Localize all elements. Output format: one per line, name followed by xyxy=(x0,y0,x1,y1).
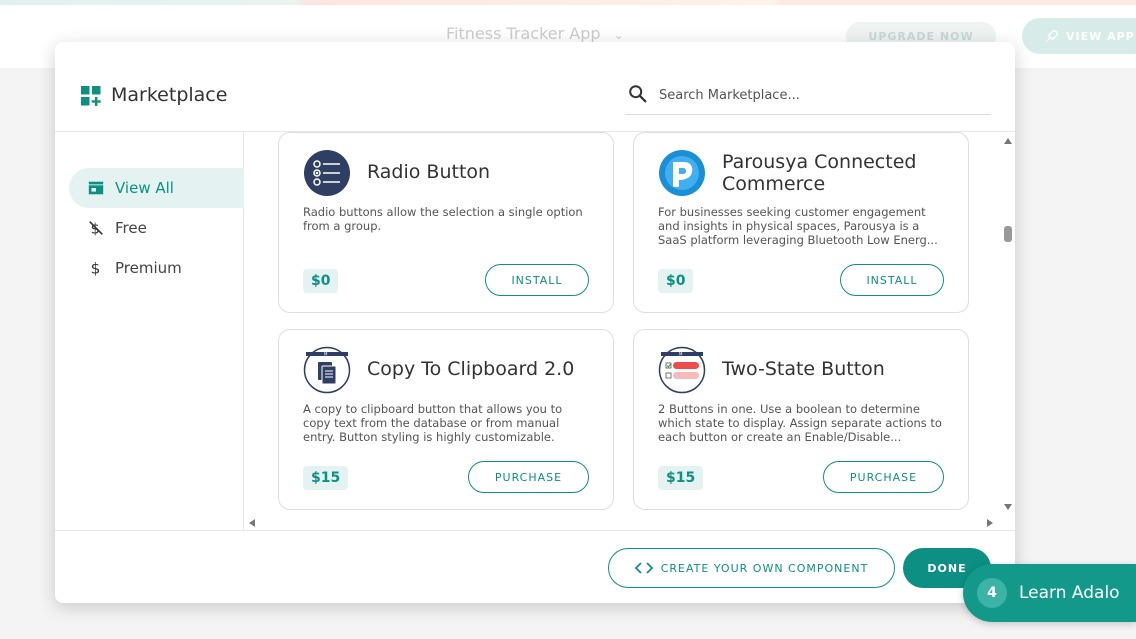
sidebar-item-label: Free xyxy=(115,219,147,237)
search-input[interactable] xyxy=(659,84,979,106)
price-badge: $15 xyxy=(303,466,349,490)
category-sidebar: View All $ Free $ Premium xyxy=(55,132,244,530)
component-description: Radio buttons allow the selection a sing… xyxy=(303,205,583,233)
chevron-down-icon: ⌄ xyxy=(613,28,624,42)
no-dollar-icon: $ xyxy=(89,221,103,237)
component-description: A copy to clipboard button that allows y… xyxy=(303,402,563,444)
view-app-button: VIEW APP xyxy=(1022,18,1136,54)
component-description: 2 Buttons in one. Use a boolean to deter… xyxy=(658,402,942,444)
sidebar-item-label: View All xyxy=(115,179,174,197)
code-brackets-icon xyxy=(634,562,653,574)
sidebar-item-label: Premium xyxy=(115,259,182,277)
learn-count-badge: 4 xyxy=(977,578,1007,608)
parousya-logo-icon xyxy=(659,150,705,196)
sidebar-item-premium[interactable]: $ Premium xyxy=(69,248,244,288)
price-badge: $15 xyxy=(658,466,704,490)
component-title: Copy To Clipboard 2.0 xyxy=(367,358,575,380)
modal-header: Marketplace xyxy=(55,42,1015,132)
top-accent-strip xyxy=(0,0,1136,5)
component-description: For businesses seeking customer engageme… xyxy=(658,205,938,247)
sidebar-item-free[interactable]: $ Free xyxy=(69,208,244,248)
price-badge: $0 xyxy=(303,269,339,293)
install-button[interactable]: INSTALL xyxy=(485,264,589,296)
component-card-parousya: Parousya Connected Commerce For business… xyxy=(633,132,969,313)
app-name-selector: Fitness Tracker App ⌄ xyxy=(446,24,624,43)
svg-text:$: $ xyxy=(91,259,101,277)
purchase-button[interactable]: PURCHASE xyxy=(823,461,944,493)
scroll-left-arrow-icon[interactable] xyxy=(249,519,255,527)
store-icon xyxy=(88,181,104,195)
component-title: Two-State Button xyxy=(722,358,885,380)
create-your-own-component-button[interactable]: CREATE YOUR OWN COMPONENT xyxy=(608,548,895,588)
component-grid: Radio Button Radio buttons allow the sel… xyxy=(245,132,1015,530)
radio-list-icon xyxy=(304,150,350,196)
learn-adalo-label: Learn Adalo xyxy=(1019,583,1120,603)
component-card-radio-button: Radio Button Radio buttons allow the sel… xyxy=(278,132,614,313)
learn-adalo-button[interactable]: 4 Learn Adalo xyxy=(963,564,1136,622)
component-title: Radio Button xyxy=(367,161,491,183)
modal-footer: CREATE YOUR OWN COMPONENT DONE xyxy=(55,530,1015,603)
scroll-up-arrow-icon[interactable] xyxy=(1004,138,1012,144)
horizontal-scrollbar[interactable] xyxy=(245,516,1001,530)
component-card-copy-to-clipboard: M Copy To Clipboard 2.0 A copy to clipbo… xyxy=(278,329,614,510)
purchase-button[interactable]: PURCHASE xyxy=(468,461,589,493)
marketplace-modal: Marketplace View All $ Free xyxy=(55,42,1015,603)
vertical-scroll-thumb[interactable] xyxy=(1004,226,1012,242)
clipboard-icon: M xyxy=(303,346,351,394)
component-title: Parousya Connected Commerce xyxy=(722,151,917,195)
component-card-two-state-button: M Two-State Button 2 Buttons in one. Use… xyxy=(633,329,969,510)
scroll-right-arrow-icon[interactable] xyxy=(987,519,993,527)
toggle-buttons-icon: M xyxy=(658,346,706,394)
svg-text:M: M xyxy=(679,352,683,357)
sidebar-item-view-all[interactable]: View All xyxy=(69,168,244,208)
install-button[interactable]: INSTALL xyxy=(840,264,944,296)
modal-title: Marketplace xyxy=(111,84,228,106)
scroll-down-arrow-icon[interactable] xyxy=(1004,504,1012,510)
price-badge: $0 xyxy=(658,269,694,293)
marketplace-grid-icon xyxy=(81,86,101,106)
svg-text:M: M xyxy=(324,352,328,357)
search-bar xyxy=(625,78,991,115)
vertical-scrollbar[interactable] xyxy=(1001,132,1015,520)
search-icon xyxy=(629,85,647,103)
rocket-icon xyxy=(1046,29,1059,42)
dollar-icon: $ xyxy=(91,259,101,277)
